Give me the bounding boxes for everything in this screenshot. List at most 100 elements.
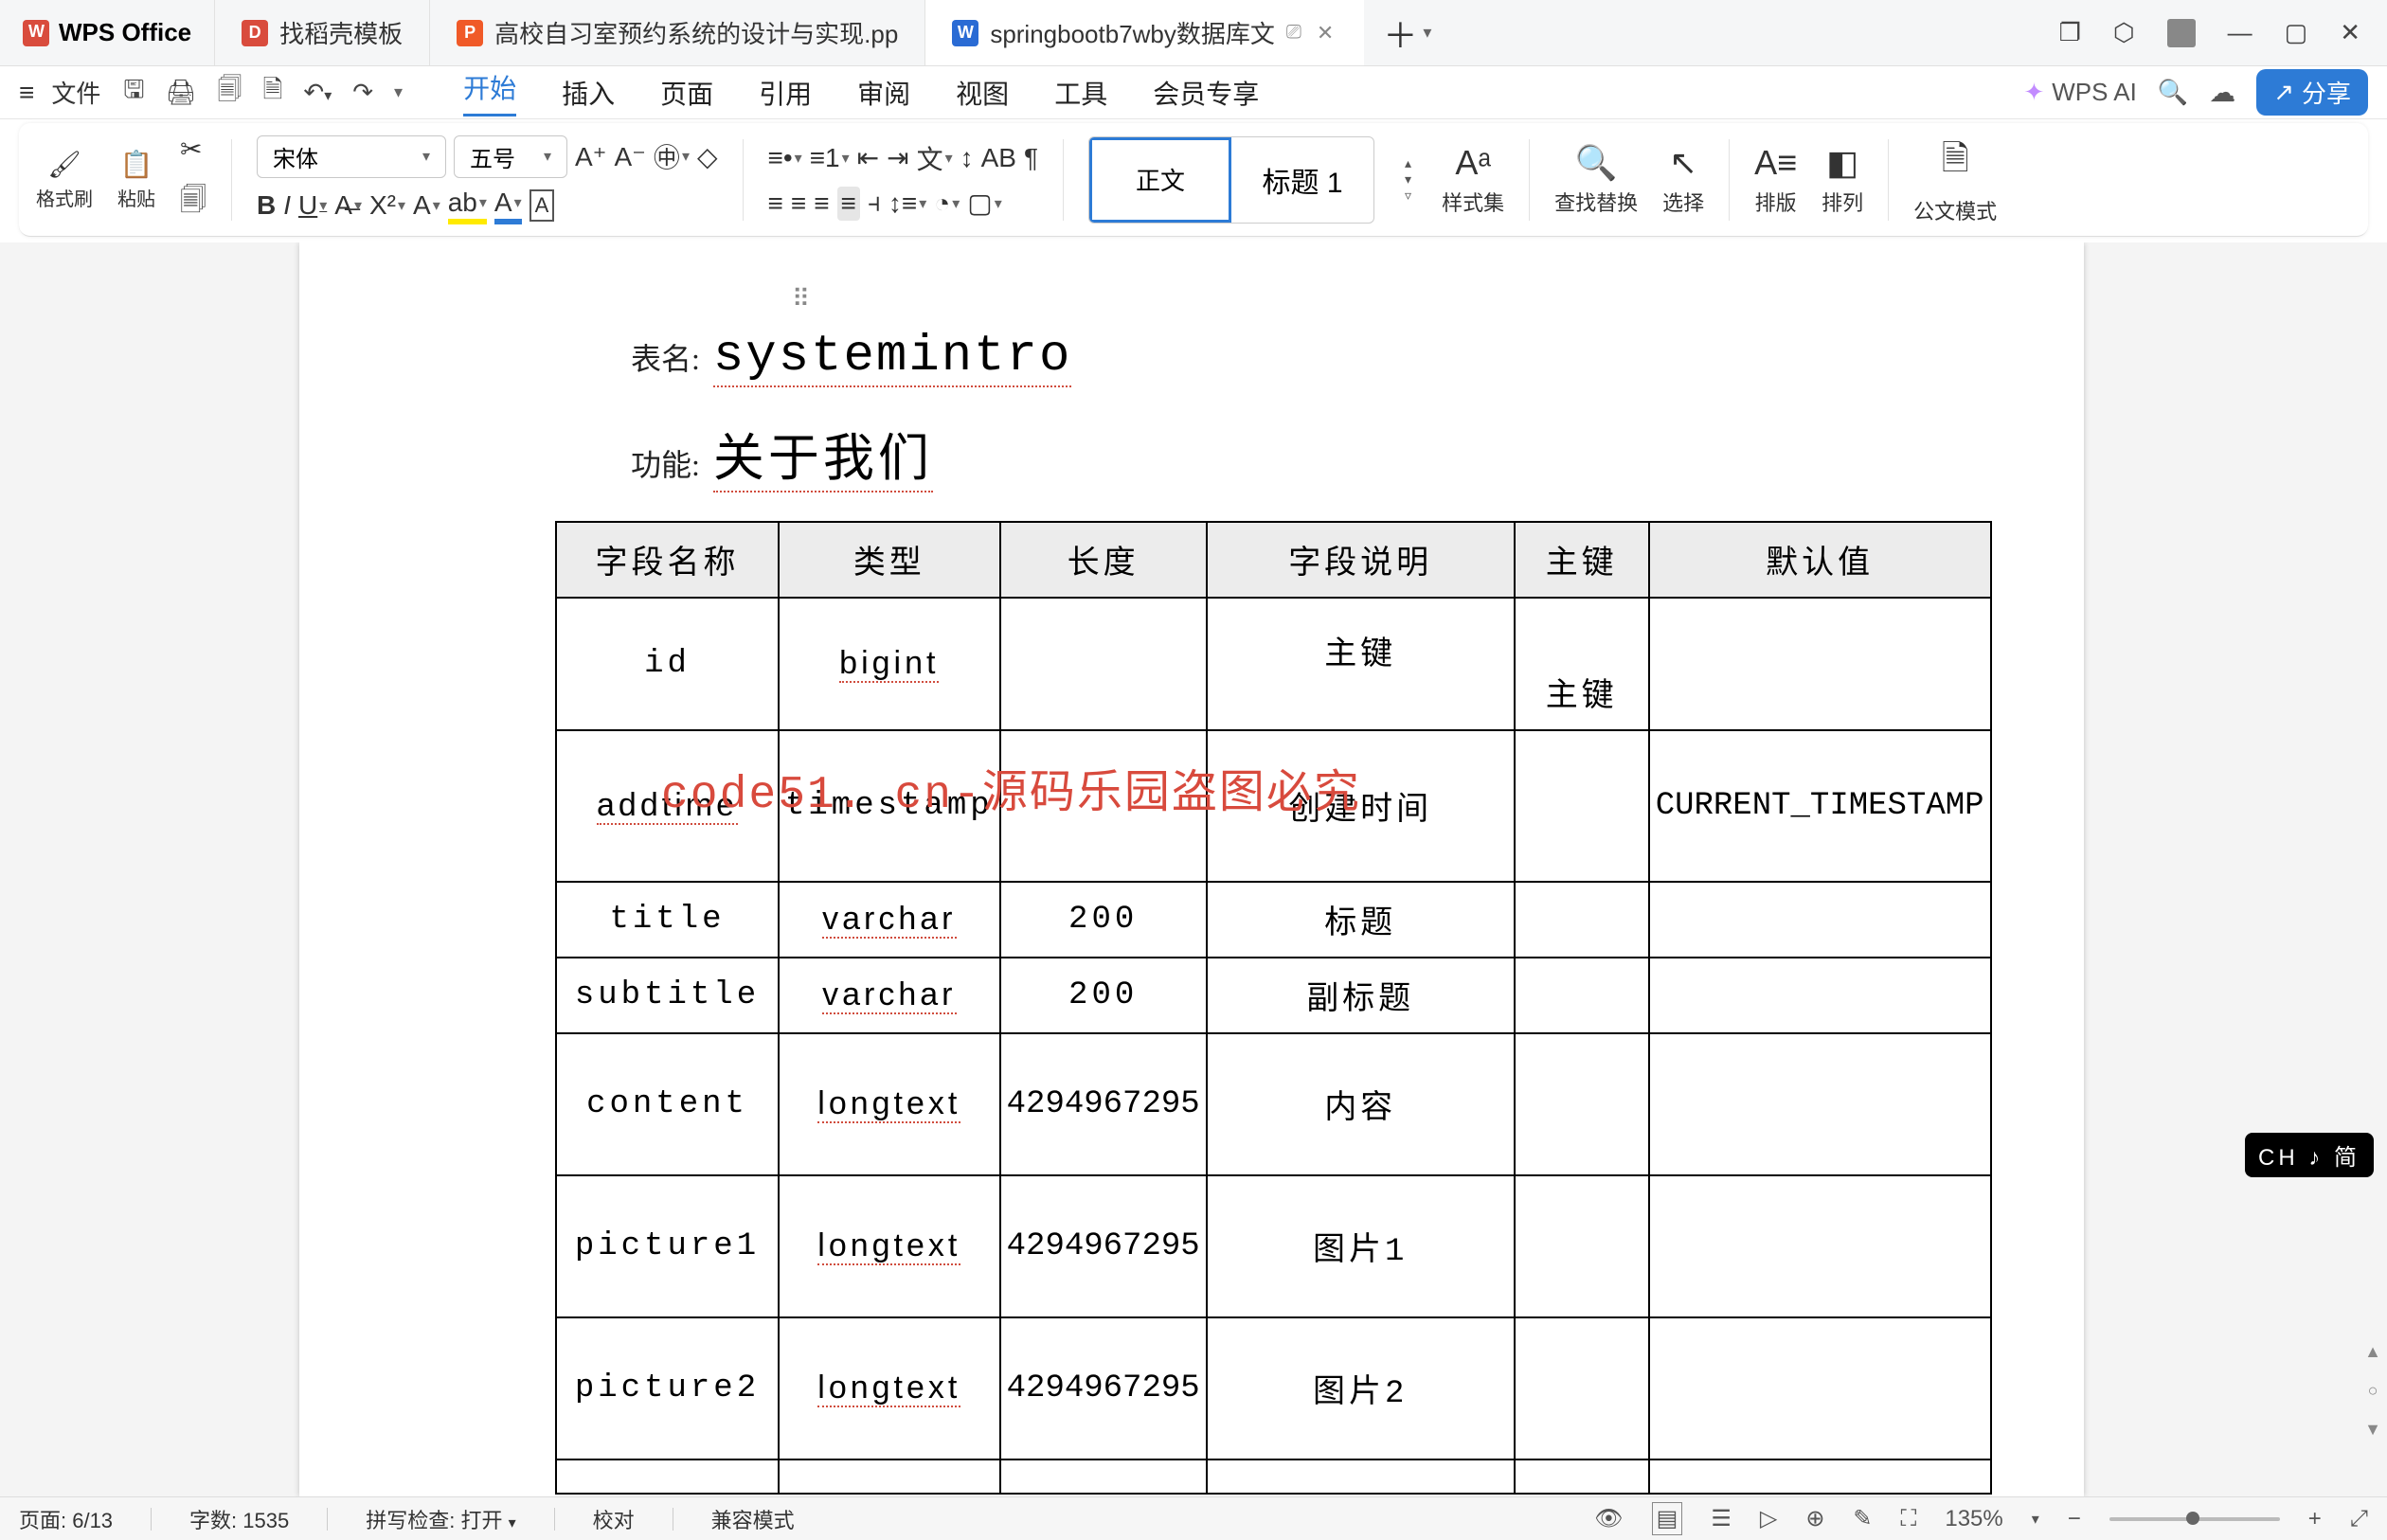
anchor-icon[interactable]: ⠿ [792, 284, 810, 313]
phonetic-icon[interactable]: ㊥▾ [654, 137, 690, 175]
justify-icon[interactable]: ≡ [837, 187, 860, 221]
char-border-icon[interactable]: A [529, 189, 555, 222]
multiwindow-icon[interactable]: ❐ [2059, 18, 2081, 47]
nav-down-icon[interactable]: ▼ [2364, 1420, 2381, 1440]
copy-icon[interactable]: 🗐 [180, 180, 206, 225]
reading-view-icon[interactable]: ▷ [1760, 1505, 1777, 1532]
save-icon[interactable]: 🖫 [123, 72, 144, 114]
line-break-icon[interactable]: AB [981, 143, 1016, 173]
file-menu[interactable]: 文件 [51, 75, 100, 110]
close-tab-icon[interactable]: ✕ [1313, 21, 1337, 45]
zoom-in-icon[interactable]: + [2308, 1506, 2322, 1532]
nav-dot-icon[interactable]: ○ [2368, 1381, 2378, 1401]
zoom-slider[interactable] [2109, 1517, 2280, 1521]
focus-icon[interactable]: ⛶ [1901, 1506, 1917, 1532]
superscript-icon[interactable]: X²▾ [369, 190, 405, 221]
font-name-combo[interactable]: 宋体▾ [257, 135, 446, 178]
tab-presentation[interactable]: P 高校自习室预约系统的设计与实现.pp [429, 0, 924, 65]
sidebar-nav-dots[interactable]: ▲ ○ ▼ [2364, 489, 2381, 1440]
align-center-icon[interactable]: ≡ [791, 188, 806, 219]
page-view-icon[interactable]: ▤ [1652, 1502, 1683, 1535]
underline-icon[interactable]: U▾ [298, 190, 327, 221]
style-normal[interactable]: 正文 [1089, 137, 1231, 223]
shrink-font-icon[interactable]: A⁻ [614, 141, 645, 172]
official-doc-button[interactable]: 🗎公文模式 [1913, 134, 1997, 225]
highlight-icon[interactable]: ab▾ [448, 188, 487, 224]
line-spacing-icon[interactable]: ↕≡▾ [888, 188, 926, 219]
new-tab-button[interactable]: ＋▾ [1364, 0, 1450, 65]
fullscreen-icon[interactable]: ⤢ [2350, 1506, 2368, 1532]
zoom-value[interactable]: 135% [1945, 1506, 2002, 1532]
shading-icon[interactable]: ◔▾ [934, 188, 960, 219]
align-left-icon[interactable]: ≡ [768, 188, 783, 219]
monitor-icon[interactable]: ⎚ [1286, 22, 1301, 44]
font-size-combo[interactable]: 五号▾ [454, 135, 567, 178]
indent-icon[interactable]: ⇥ [887, 142, 908, 173]
menu-insert[interactable]: 插入 [562, 74, 615, 112]
stylesets-button[interactable]: Aᵃ样式集 [1442, 143, 1504, 217]
outdent-icon[interactable]: ⇤ [857, 142, 879, 173]
search-icon[interactable]: 🔍 [2158, 78, 2188, 107]
bold-icon[interactable]: B [257, 190, 276, 221]
text-direction-icon[interactable]: 文▾ [917, 139, 953, 177]
tab-document-active[interactable]: W springbootb7wby数据库文 ⎚ ✕ [924, 0, 1364, 65]
annotate-icon[interactable]: ✎ [1853, 1505, 1872, 1532]
find-replace-button[interactable]: 🔍查找替换 [1554, 143, 1638, 217]
outline-view-icon[interactable]: ☰ [1711, 1505, 1732, 1532]
borders-icon[interactable]: ▢▾ [967, 188, 1002, 219]
close-window-icon[interactable]: ✕ [2340, 18, 2360, 47]
nav-up-icon[interactable]: ▲ [2364, 1342, 2381, 1362]
menu-member[interactable]: 会员专享 [1153, 74, 1259, 112]
strike-icon[interactable]: A̶▾ [334, 190, 362, 221]
style-gallery[interactable]: 正文 标题 1 [1088, 136, 1374, 224]
undo-icon[interactable]: ↶▾ [303, 78, 332, 107]
minimize-icon[interactable]: — [2228, 18, 2252, 47]
show-marks-icon[interactable]: ¶ [1024, 143, 1038, 173]
select-button[interactable]: ↖选择 [1662, 143, 1704, 217]
arrange-button[interactable]: ◧排列 [1822, 143, 1863, 217]
print-preview-icon[interactable]: 🗐 [218, 72, 242, 114]
document-page[interactable]: ⠿ 表名: systemintro 功能: 关于我们 字段名称 类型 长度 字段… [299, 242, 2084, 1496]
font-color-icon[interactable]: A▾ [494, 188, 522, 224]
export-icon[interactable]: 🗎 [263, 72, 283, 114]
menu-page[interactable]: 页面 [660, 74, 713, 112]
maximize-icon[interactable]: ▢ [2285, 18, 2308, 47]
menu-reference[interactable]: 引用 [759, 74, 812, 112]
hamburger-icon[interactable]: ≡ [19, 78, 34, 108]
cloud-sync-icon[interactable]: ☁ [2209, 77, 2235, 108]
paste-group[interactable]: 📋 粘贴 [117, 149, 155, 211]
more-dropdown-icon[interactable]: ▾ [394, 82, 403, 102]
status-words[interactable]: 字数: 1535 [189, 1504, 289, 1534]
sort-icon[interactable]: ↕ [960, 143, 974, 173]
clear-format-icon[interactable]: ◇ [697, 141, 718, 172]
tab-template[interactable]: D 找稻壳模板 [214, 0, 429, 65]
zoom-out-icon[interactable]: − [2068, 1506, 2081, 1532]
web-view-icon[interactable]: ⊕ [1805, 1505, 1824, 1532]
share-button[interactable]: ↗ 分享 [2256, 69, 2368, 116]
italic-icon[interactable]: I [283, 190, 291, 221]
style-scroll[interactable]: ▴▾▿ [1399, 155, 1417, 204]
cut-icon[interactable]: ✂ [180, 134, 206, 165]
status-page[interactable]: 页面: 6/13 [19, 1504, 113, 1534]
status-compat[interactable]: 兼容模式 [711, 1504, 795, 1534]
status-spellcheck[interactable]: 拼写检查: 打开 ▾ [366, 1504, 515, 1534]
menu-review[interactable]: 审阅 [857, 74, 910, 112]
user-avatar[interactable] [2167, 19, 2196, 47]
menu-start[interactable]: 开始 [463, 68, 516, 116]
grow-font-icon[interactable]: A⁺ [575, 141, 606, 172]
menu-view[interactable]: 视图 [956, 74, 1009, 112]
redo-icon[interactable]: ↷ [352, 78, 373, 107]
status-proof[interactable]: 校对 [593, 1504, 635, 1534]
wps-ai-button[interactable]: ✦WPS AI [2023, 78, 2136, 107]
ime-indicator[interactable]: CH ♪ 简 [2245, 1133, 2374, 1177]
menu-tools[interactable]: 工具 [1054, 74, 1107, 112]
format-brush-group[interactable]: 🖌 格式刷 [36, 149, 93, 211]
bullets-icon[interactable]: ≡•▾ [768, 143, 802, 173]
eye-icon[interactable]: 👁 [1594, 1505, 1623, 1532]
text-effect-icon[interactable]: A▾ [413, 190, 440, 221]
numbering-icon[interactable]: ≡1▾ [810, 143, 850, 173]
distribute-icon[interactable]: ⫞ [868, 188, 881, 219]
align-right-icon[interactable]: ≡ [814, 188, 829, 219]
layout-button[interactable]: A≡排版 [1754, 143, 1797, 217]
print-icon[interactable]: 🖨 [166, 78, 197, 107]
